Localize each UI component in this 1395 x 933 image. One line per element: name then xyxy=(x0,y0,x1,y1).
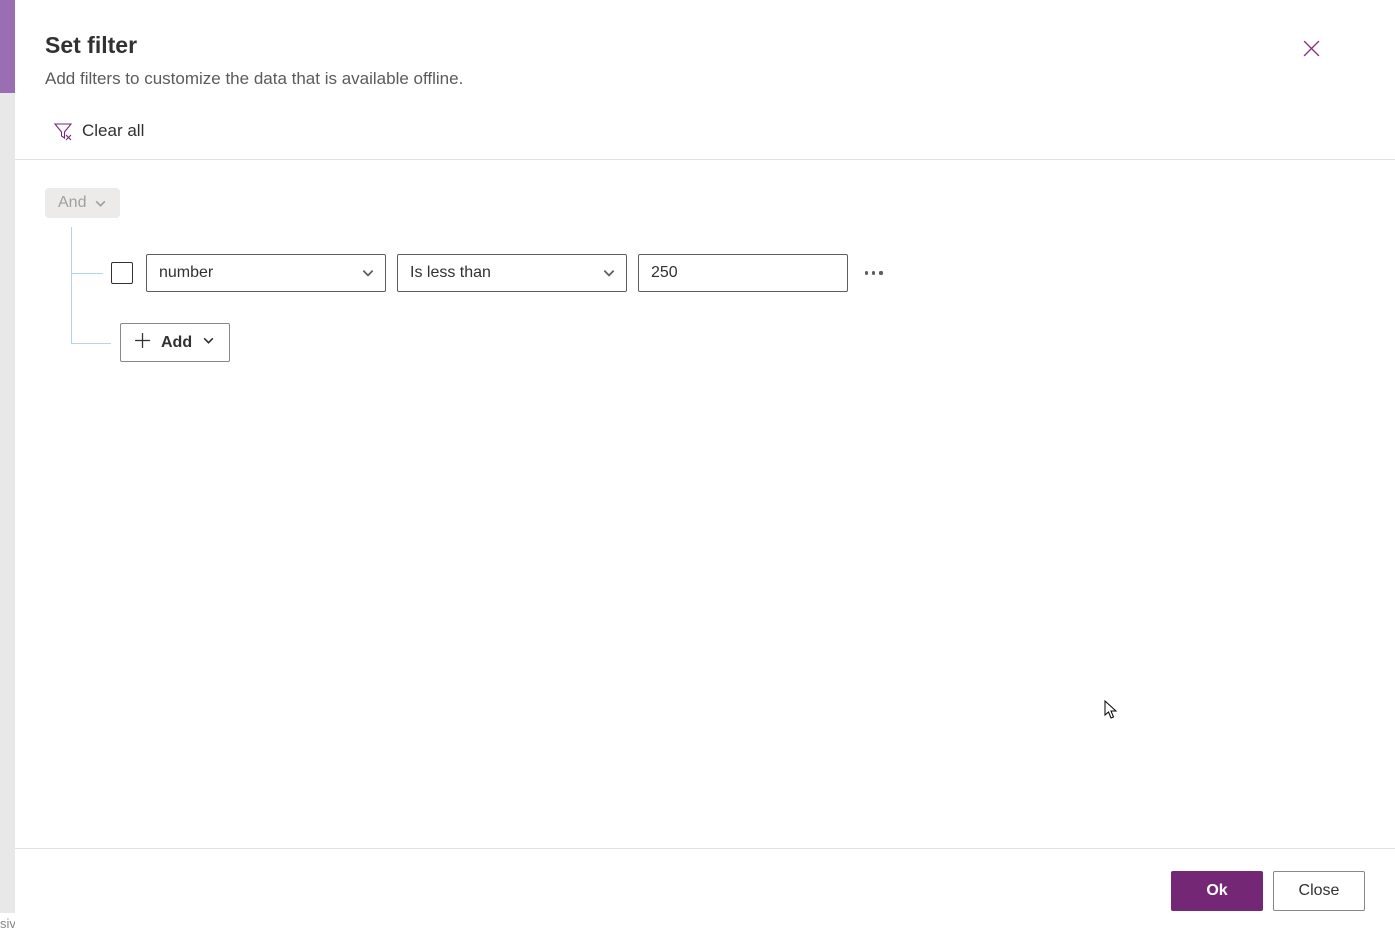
panel-footer: Ok Close xyxy=(15,848,1395,933)
chevron-down-icon xyxy=(602,266,616,280)
tree-connector-row xyxy=(71,273,103,274)
chevron-down-icon xyxy=(94,197,107,210)
more-icon xyxy=(872,271,875,274)
row-checkbox[interactable] xyxy=(111,262,133,284)
background-fragment-text: siv xyxy=(0,916,16,931)
clear-all-label: Clear all xyxy=(82,121,144,141)
close-footer-button[interactable]: Close xyxy=(1273,871,1365,911)
panel-subtitle: Add filters to customize the data that i… xyxy=(45,69,1365,89)
panel-title: Set filter xyxy=(45,32,1365,59)
clear-filter-icon xyxy=(53,121,73,141)
chevron-down-icon xyxy=(361,266,375,280)
panel-toolbar: Clear all xyxy=(15,107,1395,160)
add-button[interactable]: Add xyxy=(120,323,230,362)
close-label: Close xyxy=(1299,882,1340,900)
ok-label: Ok xyxy=(1206,882,1227,900)
clear-all-button[interactable]: Clear all xyxy=(53,117,144,145)
filter-condition-row: number Is less than xyxy=(111,254,889,292)
group-operator-label: And xyxy=(58,194,86,212)
tree-connector-add xyxy=(71,343,111,344)
operator-dropdown[interactable]: Is less than xyxy=(397,254,627,292)
value-input[interactable] xyxy=(638,254,848,292)
filter-content: And number Is less than xyxy=(15,160,1395,848)
more-icon xyxy=(879,271,882,274)
close-button[interactable] xyxy=(1299,36,1323,60)
plus-icon xyxy=(134,332,151,354)
field-value: number xyxy=(159,264,213,282)
background-left-strip xyxy=(0,93,15,913)
chevron-down-icon xyxy=(202,334,215,352)
add-label: Add xyxy=(161,334,192,352)
group-operator-dropdown[interactable]: And xyxy=(45,188,120,218)
more-icon xyxy=(865,271,868,274)
row-more-button[interactable] xyxy=(859,265,889,280)
background-accent-top xyxy=(0,0,15,93)
ok-button[interactable]: Ok xyxy=(1171,871,1263,911)
panel-header: Set filter Add filters to customize the … xyxy=(15,0,1395,107)
close-icon xyxy=(1303,40,1320,57)
field-dropdown[interactable]: number xyxy=(146,254,386,292)
tree-connector-vertical xyxy=(71,227,72,343)
operator-value: Is less than xyxy=(410,264,491,282)
filter-panel: Set filter Add filters to customize the … xyxy=(15,0,1395,933)
